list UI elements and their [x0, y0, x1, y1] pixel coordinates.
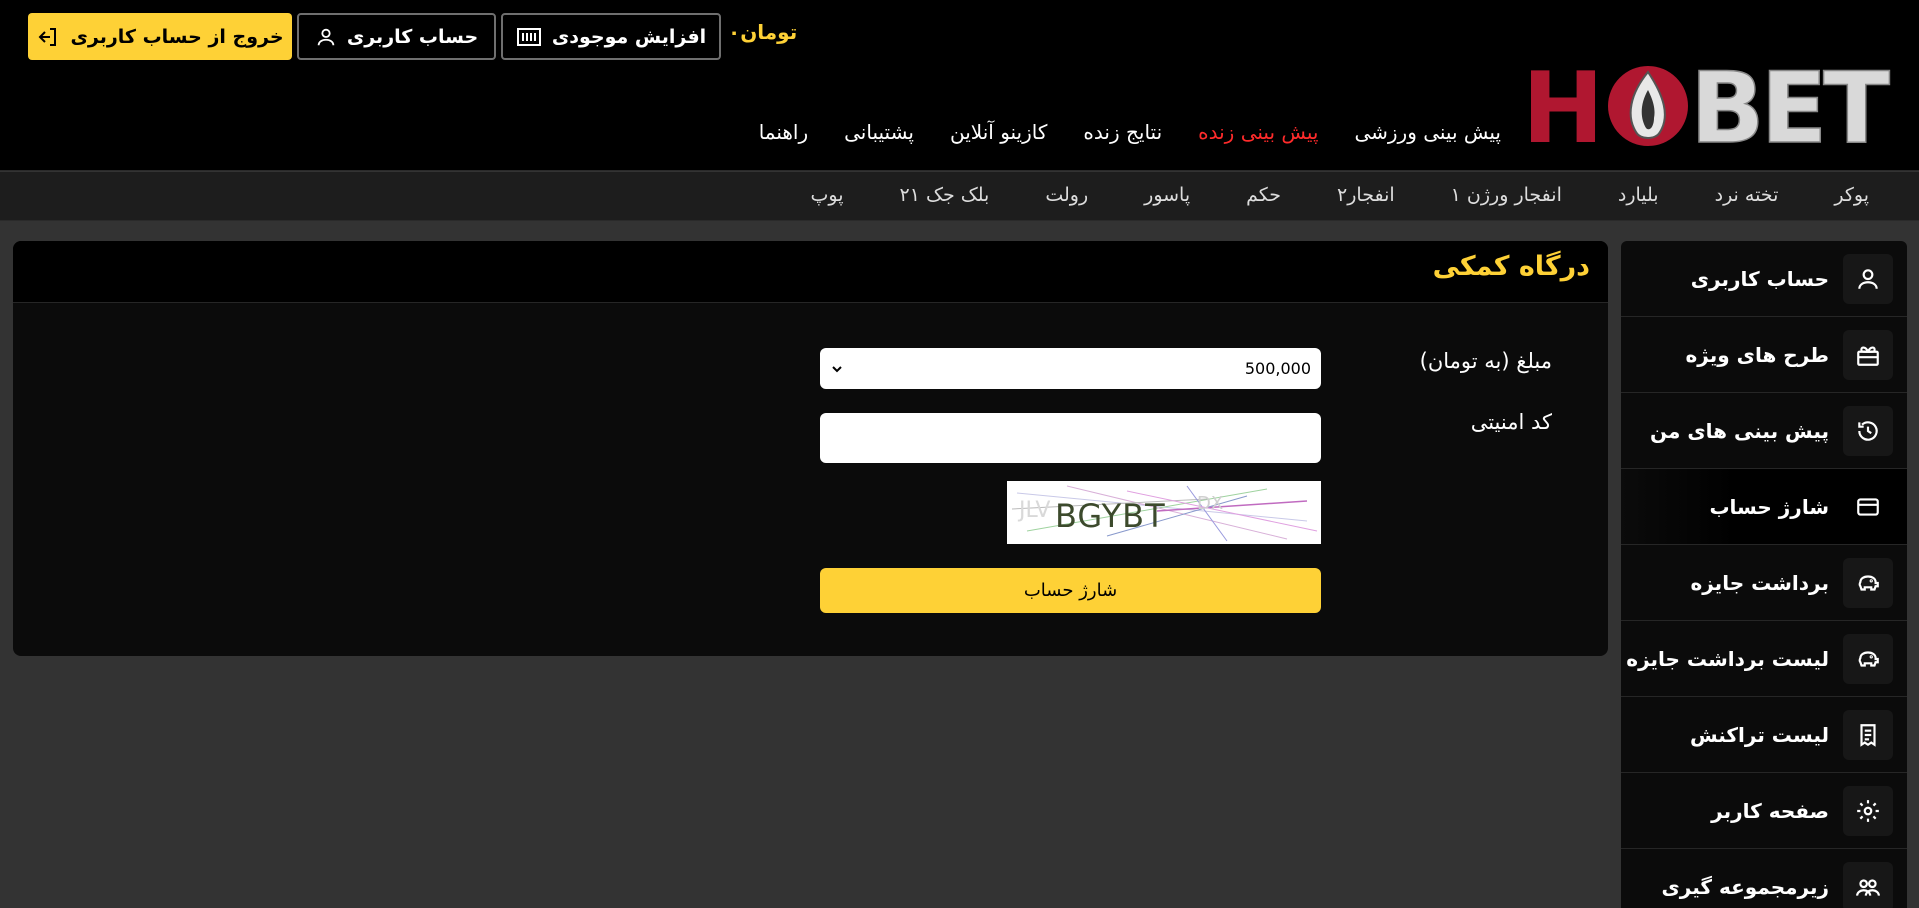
sidebar-item-label: طرح های ویژه: [1685, 342, 1829, 367]
subnav-roulette[interactable]: رولت: [1045, 184, 1088, 206]
account-sidebar: حساب کاربری طرح های ویژه پیش بینی های من…: [1621, 241, 1907, 908]
user-icon: [1843, 253, 1893, 304]
subnav-pasur[interactable]: پاسور: [1144, 184, 1190, 206]
account-button-label: حساب کاربری: [346, 25, 479, 48]
sidebar-item-referrals[interactable]: زیرمجموعه گیری: [1621, 849, 1907, 908]
credit-card-icon: [1843, 482, 1893, 532]
sidebar-item-transactions[interactable]: لیست تراکنش: [1621, 697, 1907, 773]
subnav-blackjack[interactable]: بلک جک ۲۱: [900, 184, 990, 206]
logout-label: خروج از حساب کاربری: [70, 25, 284, 48]
hotbet-logo: H BET: [1522, 60, 1892, 152]
gear-icon: [1843, 785, 1893, 836]
amount-label: مبلغ (به تومان): [1419, 349, 1552, 373]
svg-text:DX: DX: [1197, 493, 1223, 514]
chevron-down-icon: [832, 365, 842, 372]
svg-text:BET: BET: [1690, 60, 1890, 152]
amount-select[interactable]: 500,000: [820, 348, 1321, 389]
sidebar-item-withdraw-prize[interactable]: برداشت جایزه: [1621, 545, 1907, 621]
logout-button[interactable]: خروج از حساب کاربری: [28, 13, 292, 60]
deposit-button[interactable]: افزایش موجودی: [501, 13, 721, 60]
user-icon: [317, 28, 335, 45]
cash-icon: [516, 27, 541, 46]
piggy-bank-icon: [1843, 633, 1893, 684]
charge-account-button[interactable]: شارژ حساب: [820, 568, 1321, 613]
logout-icon: [39, 27, 57, 46]
sidebar-item-label: صفحه کاربر: [1711, 798, 1829, 823]
sidebar-item-label: پیش بینی های من: [1650, 418, 1829, 443]
subnav-pop[interactable]: پوپ: [811, 184, 844, 206]
subnav-backgammon[interactable]: تخته نرد: [1715, 184, 1779, 206]
panel-title: درگاه کمکی: [1432, 251, 1590, 282]
gift-icon: [1843, 329, 1893, 380]
captcha-text: BGYBT: [1055, 497, 1166, 535]
sidebar-item-account[interactable]: حساب کاربری: [1621, 241, 1907, 317]
svg-text:H: H: [1522, 60, 1604, 152]
games-subnav: پوکر تخته نرد بلیارد انفجار ورژن ۱ انفجا…: [0, 172, 1919, 221]
sidebar-item-label: حساب کاربری: [1690, 266, 1829, 291]
sidebar-item-withdraw-list[interactable]: لیست برداشت جایزه: [1621, 621, 1907, 697]
sidebar-item-label: لیست تراکنش: [1689, 722, 1829, 747]
panel-header: درگاه کمکی: [13, 241, 1608, 303]
subnav-billiard[interactable]: بلیارد: [1618, 184, 1659, 206]
sidebar-item-label: زیرمجموعه گیری: [1661, 874, 1829, 899]
deposit-button-label: افزایش موجودی: [551, 25, 707, 48]
sidebar-item-label: لیست برداشت جایزه: [1626, 646, 1829, 671]
sidebar-item-label: برداشت جایزه: [1690, 570, 1829, 595]
nav-sports-betting[interactable]: پیش بینی ورزشی: [1354, 120, 1501, 144]
nav-live-betting[interactable]: پیش بینی زنده: [1198, 120, 1318, 144]
nav-guide[interactable]: راهنما: [759, 120, 808, 144]
sidebar-item-charge-account[interactable]: شارژ حساب: [1621, 469, 1907, 545]
account-button[interactable]: حساب کاربری: [297, 13, 496, 60]
payment-panel: درگاه کمکی مبلغ (به تومان) 500,000 کد ام…: [13, 241, 1608, 656]
security-code-label: کد امنیتی: [1470, 410, 1552, 434]
history-icon: [1843, 405, 1893, 456]
subnav-crash-2[interactable]: انفجار۲: [1337, 184, 1395, 206]
nav-live-results[interactable]: نتایج زنده: [1083, 120, 1162, 144]
receipt-icon: [1843, 709, 1893, 760]
captcha-image: JLV DX BGYBT: [1007, 481, 1321, 544]
nav-online-casino[interactable]: کازینو آنلاین: [950, 120, 1047, 144]
users-icon: [1843, 861, 1893, 908]
svg-text:JLV: JLV: [1017, 498, 1050, 523]
piggy-bank-icon: [1843, 557, 1893, 608]
main-nav: پیش بینی ورزشی پیش بینی زنده نتایج زنده …: [759, 120, 1501, 144]
subnav-poker[interactable]: پوکر: [1834, 184, 1869, 206]
security-code-input[interactable]: [820, 413, 1321, 463]
amount-select-value: 500,000: [1244, 359, 1311, 378]
subnav-hokm[interactable]: حکم: [1246, 184, 1281, 206]
sidebar-item-label: شارژ حساب: [1709, 494, 1829, 519]
top-header: خروج از حساب کاربری حساب کاربری افزایش م…: [0, 0, 1919, 171]
sidebar-item-user-page[interactable]: صفحه کاربر: [1621, 773, 1907, 849]
sidebar-item-my-predictions[interactable]: پیش بینی های من: [1621, 393, 1907, 469]
nav-support[interactable]: پشتیبانی: [844, 120, 914, 144]
subnav-crash-v1[interactable]: انفجار ورژن ۱: [1451, 184, 1562, 206]
sidebar-item-special-plans[interactable]: طرح های ویژه: [1621, 317, 1907, 393]
balance-display: تومان۰: [728, 20, 798, 44]
